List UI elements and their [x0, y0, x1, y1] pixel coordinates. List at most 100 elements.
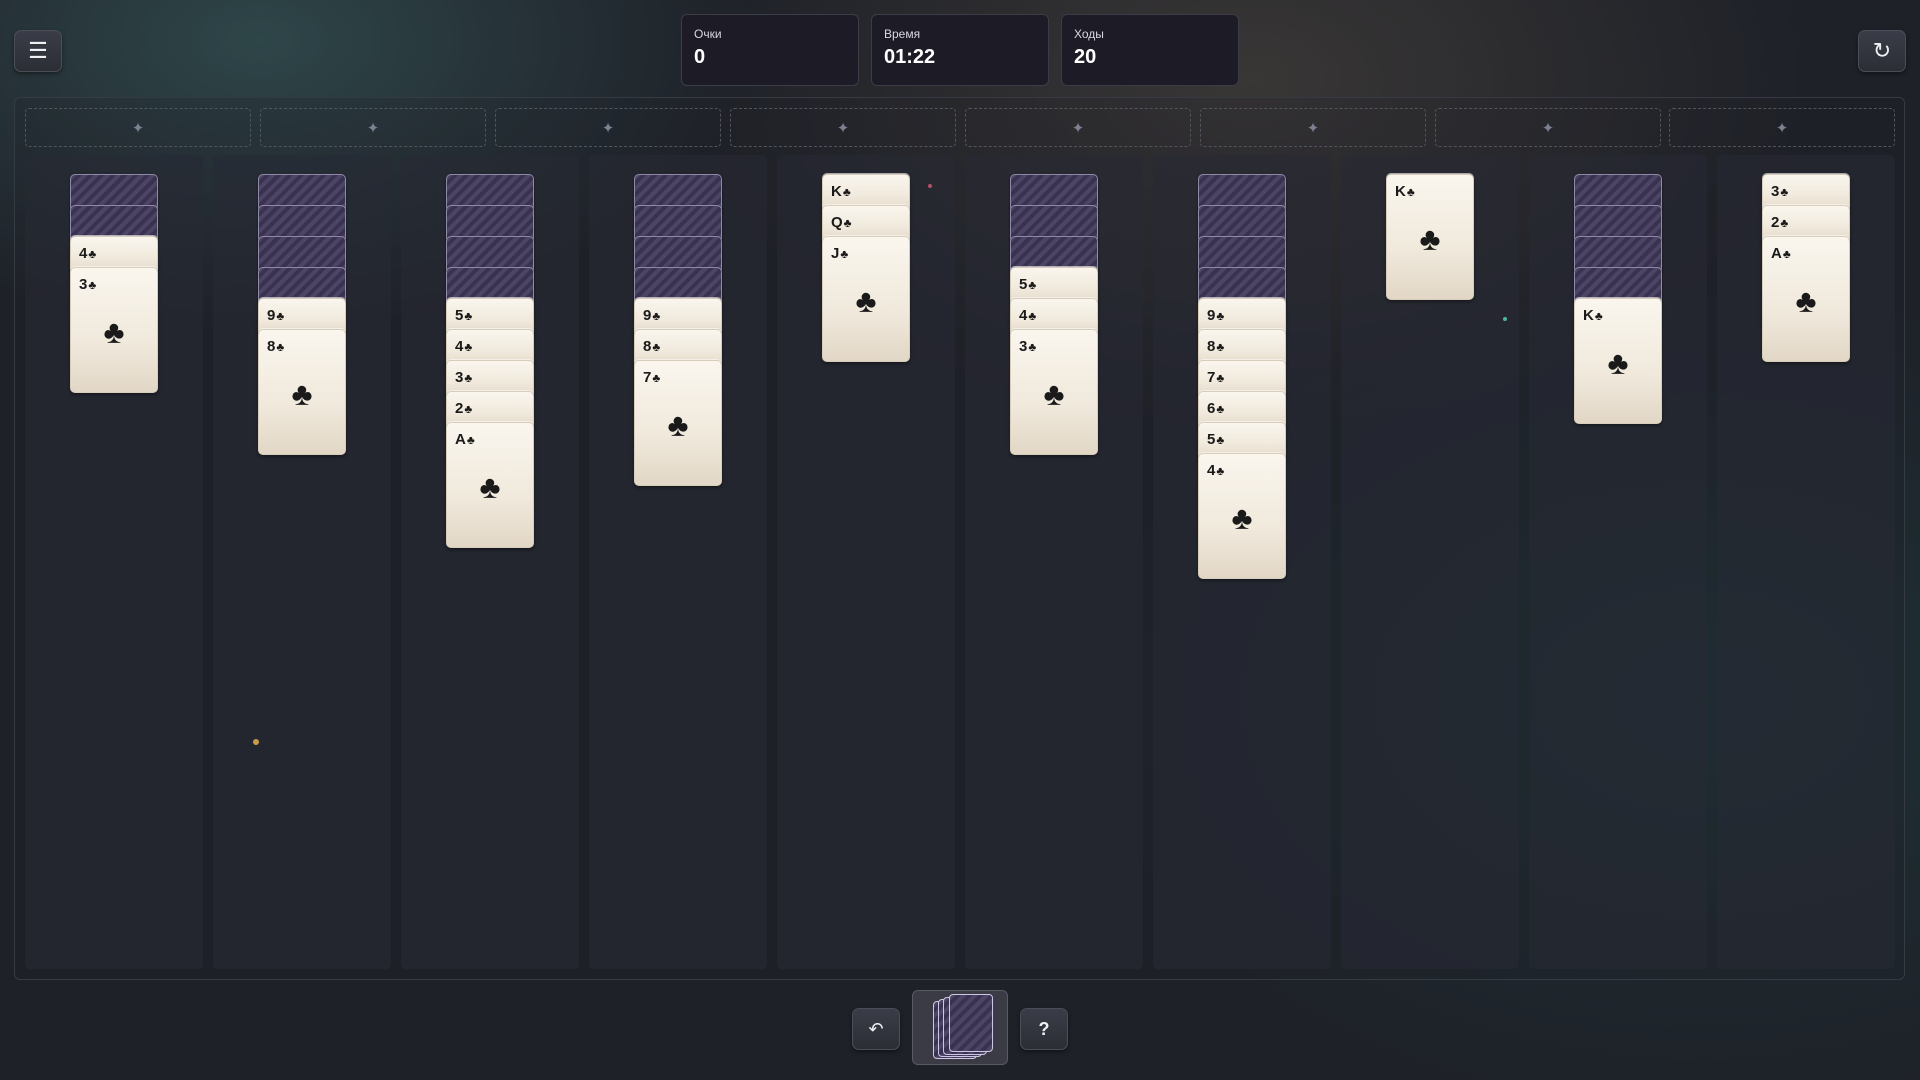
stock-pile[interactable]	[912, 990, 1008, 1065]
playing-card[interactable]: K♣ ♣	[1574, 298, 1662, 424]
foundation-placeholder-icon: ✦	[1541, 119, 1555, 137]
card-rank-text: A	[455, 431, 466, 448]
card-rank-text: 3	[455, 369, 464, 386]
card-rank: 2♣	[455, 400, 472, 417]
foundation-slot[interactable]: ✦	[260, 108, 486, 147]
foundation-slot[interactable]: ✦	[965, 108, 1191, 147]
club-suit-icon: ♣	[103, 314, 125, 350]
card-rank-text: A	[1771, 245, 1782, 262]
card-rank-text: 4	[1019, 307, 1028, 324]
card-rank-text: 3	[1771, 183, 1780, 200]
moves-value: 20	[1074, 46, 1097, 68]
foundation-placeholder-icon: ✦	[1775, 119, 1789, 137]
club-suit-icon: ♣	[1231, 500, 1253, 536]
tableau-column[interactable]: 9♣ 8♣ ♣	[213, 155, 391, 969]
card-rank-text: 9	[643, 307, 652, 324]
card-rank: 5♣	[1207, 431, 1224, 448]
club-suit-icon: ♣	[667, 407, 689, 443]
hint-button[interactable]: ?	[1020, 1008, 1068, 1050]
card-rank-text: 2	[455, 400, 464, 417]
card-suit-text: ♣	[1780, 216, 1789, 230]
card-suit-text: ♣	[840, 247, 849, 261]
card-rank: 8♣	[1207, 338, 1224, 355]
card-suit-text: ♣	[1780, 185, 1789, 199]
club-suit-icon: ♣	[1607, 345, 1629, 381]
playing-card[interactable]: 3♣ ♣	[1010, 329, 1098, 455]
tableau-column[interactable]: 5♣ 4♣ 3♣ 2♣ A♣ ♣	[401, 155, 579, 969]
undo-button[interactable]: ↶	[852, 1008, 900, 1050]
tableau-column[interactable]: K♣ ♣	[1341, 155, 1519, 969]
card-rank-text: 5	[1207, 431, 1216, 448]
foundation-slot[interactable]: ✦	[1669, 108, 1895, 147]
score-value: 0	[694, 46, 706, 68]
tableau-column[interactable]: 4 ♣ 3♣ ♣	[25, 155, 203, 969]
playing-card[interactable]: A♣ ♣	[446, 422, 534, 548]
card-rank-text: K	[831, 183, 842, 200]
playing-card[interactable]: A♣ ♣	[1762, 236, 1850, 362]
card-suit-text: ♣	[842, 185, 851, 199]
card-suit-text: ♣	[1216, 371, 1225, 385]
restart-button[interactable]: ↻	[1858, 30, 1906, 72]
card-suit-text: ♣	[1028, 278, 1037, 292]
foundation-slot[interactable]: ✦	[495, 108, 721, 147]
playing-card[interactable]: K♣ ♣	[1386, 174, 1474, 300]
card-rank: 5♣	[1019, 276, 1036, 293]
tableau-column[interactable]: 9♣ 8♣ 7♣ 6♣ 5♣ 4♣ ♣	[1153, 155, 1331, 969]
menu-button[interactable]: ☰	[14, 30, 62, 72]
card-rank: 3♣	[455, 369, 472, 386]
card-rank-text: Q	[831, 214, 843, 231]
tableau-column[interactable]: 9♣ 8♣ 7♣ ♣	[589, 155, 767, 969]
tableau-column[interactable]: 3♣ 2♣ A♣ ♣	[1717, 155, 1895, 969]
foundation-placeholder-icon: ✦	[836, 119, 850, 137]
card-rank-text: 5	[455, 307, 464, 324]
restart-icon: ↻	[1872, 38, 1892, 63]
card-suit-text: ♣	[1216, 464, 1225, 478]
time-label: Время	[884, 27, 921, 41]
card-rank-text: 7	[643, 369, 652, 386]
foundation-placeholder-icon: ✦	[1306, 119, 1320, 137]
foundation-placeholder-icon: ✦	[366, 119, 380, 137]
card-suit-text: ♣	[464, 340, 473, 354]
card-suit-text: ♣	[1782, 247, 1791, 261]
playing-card[interactable]: 7♣ ♣	[634, 360, 722, 486]
card-rank: 9♣	[267, 307, 284, 324]
foundation-slot[interactable]: ✦	[1435, 108, 1661, 147]
card-suit-text: ♣	[464, 309, 473, 323]
playing-card[interactable]: 4♣ ♣	[1198, 453, 1286, 579]
card-rank: J♣	[831, 245, 848, 262]
card-rank: 9♣	[643, 307, 660, 324]
card-rank: 2♣	[1771, 214, 1788, 231]
stock-card	[949, 994, 993, 1052]
card-rank: 3♣	[79, 276, 96, 293]
card-rank: 4♣	[455, 338, 472, 355]
tableau-column[interactable]: K♣ Q♣ J♣ ♣	[777, 155, 955, 969]
hint-label: ?	[1038, 1018, 1050, 1039]
card-rank-text: 5	[1019, 276, 1028, 293]
card-rank: 7♣	[1207, 369, 1224, 386]
time-value: 01:22	[884, 46, 936, 68]
club-suit-icon: ♣	[855, 283, 877, 319]
card-rank-text: 3	[1019, 338, 1028, 355]
playing-card[interactable]: 8♣ ♣	[258, 329, 346, 455]
sparkle-particle	[1503, 317, 1507, 321]
playing-card[interactable]: J♣ ♣	[822, 236, 910, 362]
tableau-column[interactable]: K♣ ♣	[1529, 155, 1707, 969]
undo-icon: ↶	[868, 1018, 884, 1039]
foundation-slot[interactable]: ✦	[25, 108, 251, 147]
card-suit-text: ♣	[1594, 309, 1603, 323]
card-rank-text: 4	[455, 338, 464, 355]
card-rank: 3♣	[1771, 183, 1788, 200]
foundation-slot[interactable]: ✦	[730, 108, 956, 147]
card-suit-text: ♣	[843, 216, 852, 230]
foundation-placeholder-icon: ✦	[601, 119, 615, 137]
playing-card[interactable]: 3♣ ♣	[70, 267, 158, 393]
card-suit-text: ♣	[1216, 309, 1225, 323]
card-rank: A♣	[1771, 245, 1791, 262]
club-suit-icon: ♣	[479, 469, 501, 505]
card-suit-text: ♣	[1216, 340, 1225, 354]
tableau-column[interactable]: 5♣ 4 ♣ 3♣ ♣	[965, 155, 1143, 969]
card-rank-text: 4	[79, 245, 88, 262]
foundation-slot[interactable]: ✦	[1200, 108, 1426, 147]
card-rank: K♣	[1583, 307, 1603, 324]
card-rank: 9♣	[1207, 307, 1224, 324]
